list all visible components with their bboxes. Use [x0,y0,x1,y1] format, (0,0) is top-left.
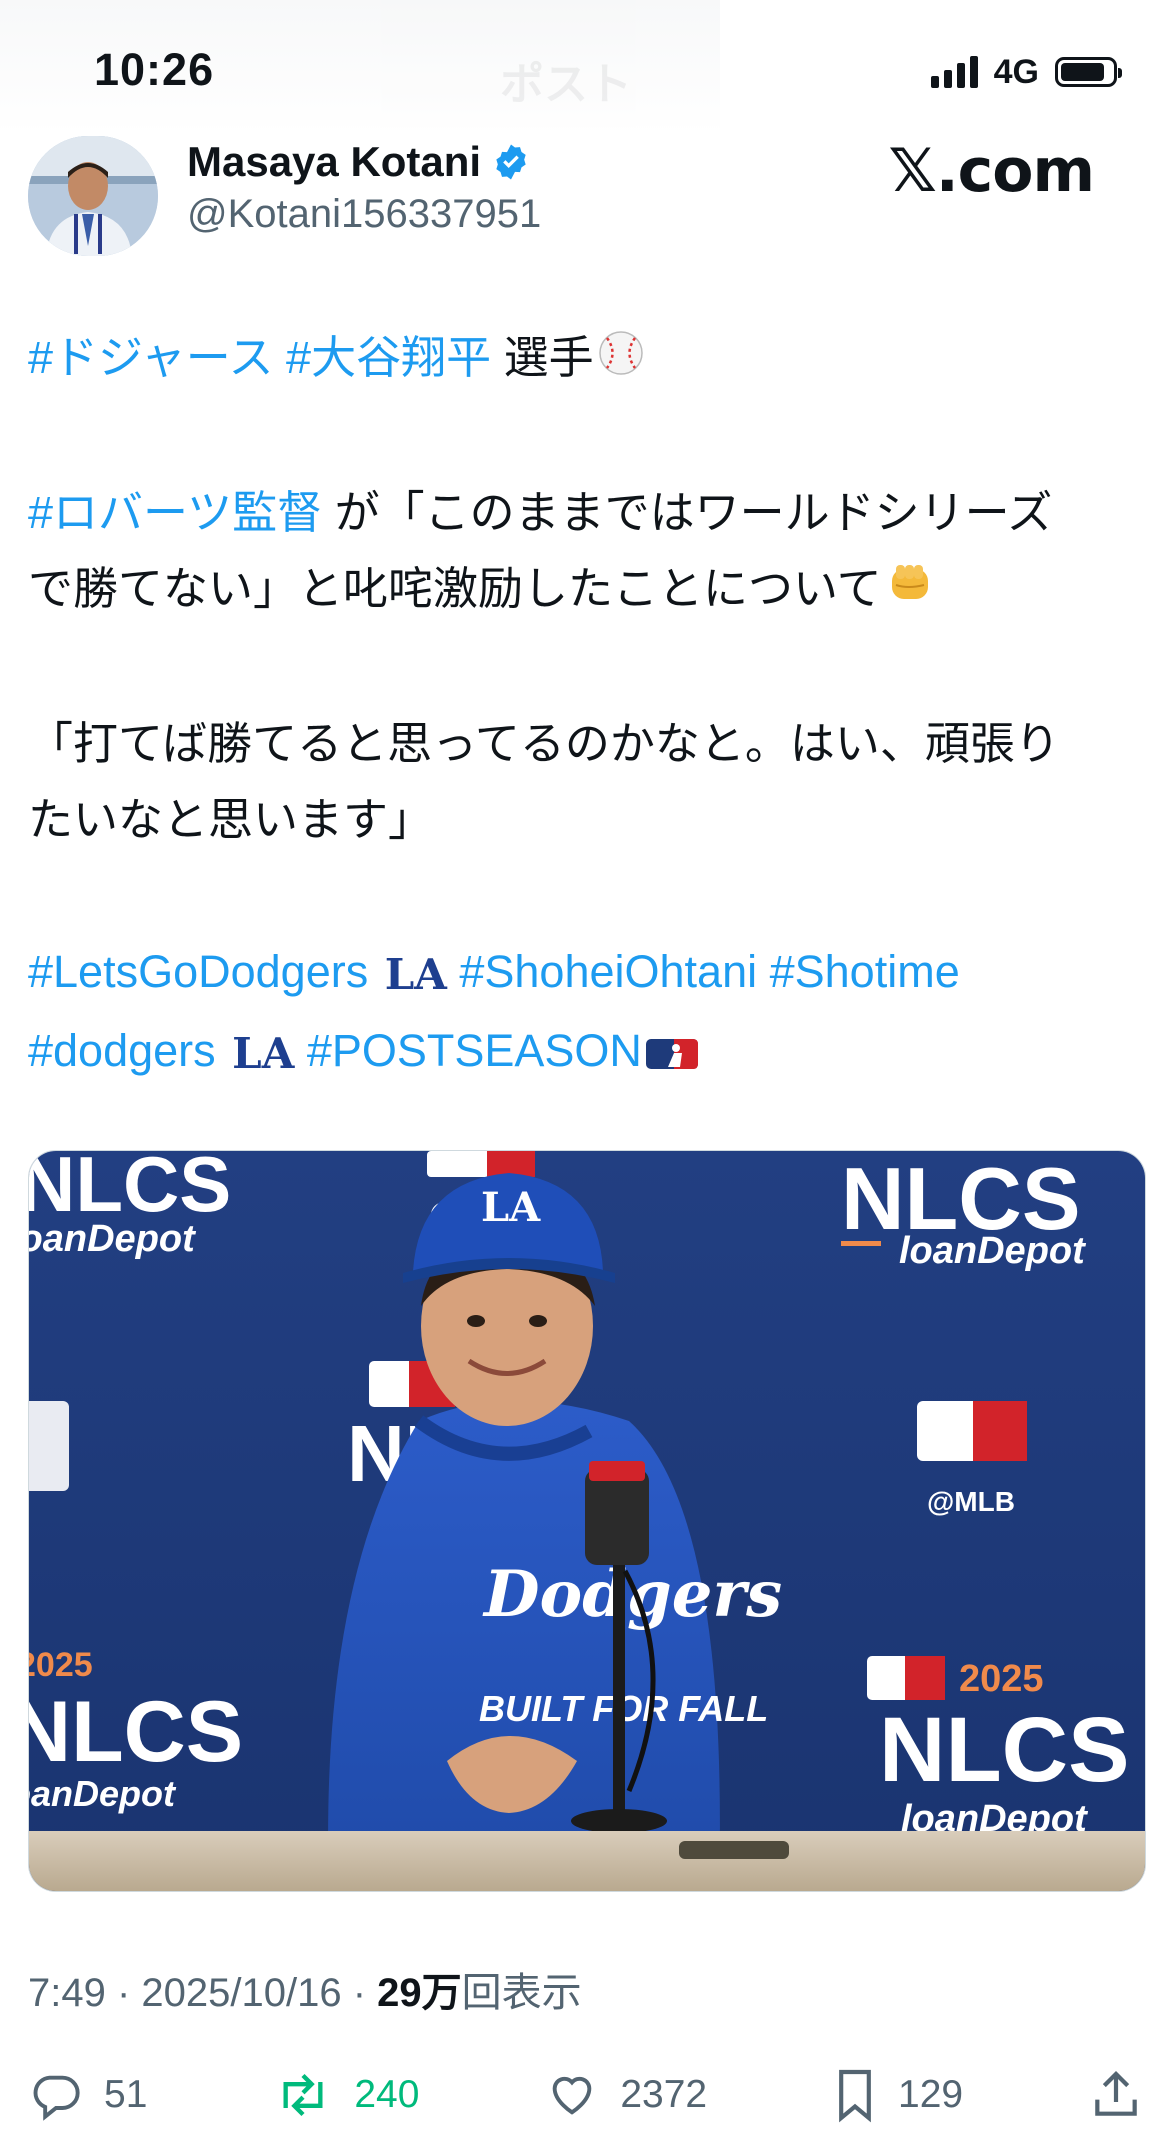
tweet-line: 「打てば勝てると思ってるのかなと。はい、頑張り たいなと思います」 [28,706,1138,858]
tweet-text-segment: で勝てない」と叱咤激励したことについて [28,563,882,615]
background-title: ポスト [500,60,632,109]
tweet-text: #ドジャース #大谷翔平 選手 #ロバーツ監督 が「このままではワールドシリーズ… [28,320,1138,1092]
battery-level [1061,63,1104,81]
like-button[interactable]: 2372 [544,2069,707,2121]
jersey-text: Dodgers [482,1557,782,1632]
reply-button[interactable]: 51 [28,2069,147,2121]
mlb-logo-icon [645,1016,698,1092]
tweet-time[interactable]: 7:49 [28,1971,106,2015]
baseball-icon [598,323,644,399]
backdrop-loandepot-text: loanDepot [29,1218,196,1260]
backdrop-nlcs-text: NLCS [879,1699,1129,1801]
repost-icon [283,2073,323,2117]
tweet-date[interactable]: 2025/10/16 [141,1971,341,2015]
verified-badge-icon [496,144,526,180]
tweet-text-segment: 選手 [491,332,594,383]
backdrop-nlcs-text: NLCS [29,1151,231,1228]
table [29,1831,1145,1891]
repost-count: 240 [354,2073,420,2116]
share-icon [1095,2071,1137,2116]
backdrop-year-text: 2025 [959,1658,1044,1700]
bookmark-count: 129 [898,2073,964,2116]
display-name-text: Masaya Kotani [187,138,482,185]
share-button[interactable] [1088,2067,1144,2123]
hashtag-link[interactable]: #ロバーツ監督 [28,487,322,538]
status-indicators: 4G [930,52,1122,92]
hashtag-link[interactable]: #Shotime [770,946,960,997]
reply-icon [33,2075,80,2121]
tweet-text-segment: 「打てば勝てると思ってるのかなと。はい、頑張り [28,718,1060,770]
avatar-image [28,136,158,256]
la-logo-icon: LA [232,1029,295,1079]
press-conference-photo: NLCS loanDepot 2025 NLCS loanDepot @MLB … [29,1151,1145,1891]
status-time: 10:26 [94,44,215,95]
tweet-actions: 51 240 2372 129 [28,2055,1144,2135]
backdrop-nlcs-text: NLCS [29,1684,243,1780]
network-label: 4G [993,52,1039,91]
hashtag-link[interactable]: #ShoheiOhtani [459,946,757,997]
tweet-line: #LetsGoDodgers LA #ShoheiOhtani #Shotime… [28,934,1138,1092]
x-logo-watermark: 𝕏.com [888,136,1095,206]
tweet-line: #ロバーツ監督 が「このままではワールドシリーズ で勝てない」と叱咤激励したこと… [28,475,1138,630]
backdrop-mlb-text: @MLB [927,1486,1015,1517]
heart-icon [553,2076,592,2115]
tweet-author: Masaya Kotani @Kotani156337951 𝕏.com [28,136,1138,266]
la-logo-icon: LA [384,950,447,1000]
like-count: 2372 [620,2073,708,2116]
backdrop-logo-fragment [29,1401,69,1491]
fist-icon [886,554,936,630]
tweet-text-segment: が「このままではワールドシリーズ [322,487,1053,539]
reply-count: 51 [104,2073,148,2116]
view-count-label: 回表示 [461,1971,582,2015]
tweet-line: #ドジャース #大谷翔平 選手 [28,320,1138,399]
hashtag-link[interactable]: #ドジャース [28,332,274,383]
avatar[interactable] [28,136,158,256]
status-bar: ポスト 10:26 4G [0,0,1169,135]
hashtag-link[interactable]: #POSTSEASON [307,1025,642,1076]
repost-button[interactable]: 240 [272,2069,419,2121]
tweet-text-segment: たいなと思います」 [28,794,434,846]
hashtag-link[interactable]: #LetsGoDodgers [28,946,368,997]
hashtag-link[interactable]: #dodgers [28,1025,216,1076]
author-handle[interactable]: @Kotani156337951 [187,192,541,237]
battery-icon [1055,57,1122,87]
bookmark-button[interactable]: 129 [832,2067,963,2123]
tweet-meta: 7:49 · 2025/10/16 · 29万回表示 [28,1971,582,2015]
signal-icon [930,56,978,88]
view-count: 29万 [377,1971,462,2015]
hashtag-link[interactable]: #大谷翔平 [286,332,491,383]
backdrop-loandepot-text: loanDepot [899,1230,1086,1272]
tweet-photo[interactable]: NLCS loanDepot 2025 NLCS loanDepot @MLB … [28,1150,1146,1892]
backdrop-loandepot-text: loanDepot [29,1773,177,1814]
display-name[interactable]: Masaya Kotani [187,138,531,186]
bookmark-icon [839,2069,871,2123]
la-cap-logo: LA [481,1184,541,1231]
backdrop-year-text: 2025 [29,1646,93,1684]
